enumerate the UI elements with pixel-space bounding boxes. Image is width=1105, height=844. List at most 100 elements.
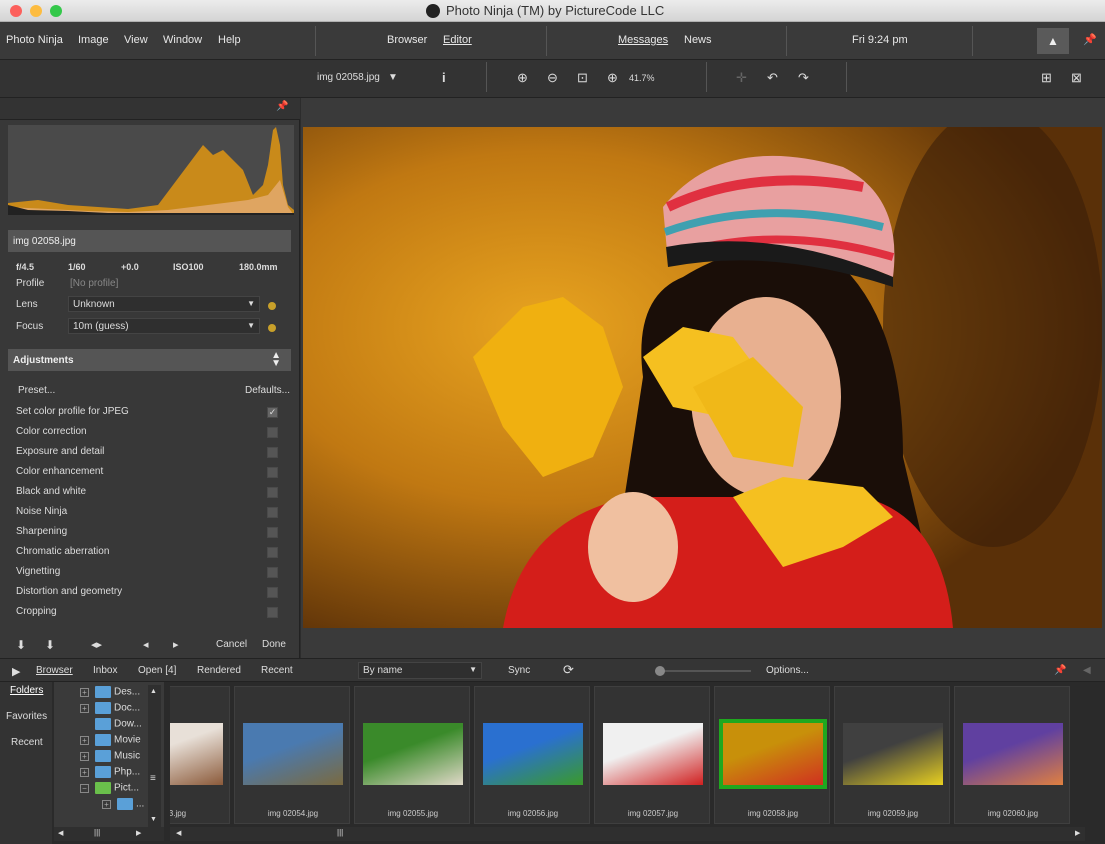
expand-icon[interactable]: + (80, 767, 89, 777)
layout-grid-icon[interactable]: ⊞ (1041, 70, 1052, 86)
zoom-in-icon[interactable]: ⊕ (517, 70, 528, 86)
folder-item[interactable]: + Music (80, 750, 140, 762)
minimize-window-button[interactable] (30, 5, 42, 17)
tab-editor[interactable]: Editor (443, 34, 472, 46)
adjustment-checkbox[interactable] (267, 547, 278, 558)
adjustments-header[interactable]: Adjustments ▲ ▼ (8, 349, 291, 371)
browser-pin-icon[interactable]: 📌 (1054, 665, 1066, 676)
folder-item[interactable]: − Pict... (80, 782, 139, 794)
expand-icon[interactable]: + (80, 735, 89, 745)
current-file-label[interactable]: img 02058.jpg (317, 72, 380, 83)
adjustment-checkbox[interactable] (267, 467, 278, 478)
hscroll-grip-icon[interactable]: ||| (94, 828, 100, 837)
undo-icon[interactable]: ↶ (767, 70, 778, 86)
focus-select[interactable]: 10m (guess) ▼ (68, 318, 260, 334)
recent-tab[interactable]: Recent (261, 665, 293, 676)
expand-icon[interactable]: + (80, 703, 89, 713)
rendered-tab[interactable]: Rendered (197, 665, 241, 676)
zoom-window-button[interactable] (50, 5, 62, 17)
download-icon[interactable]: ⬇ (16, 638, 26, 652)
zoom-icon[interactable]: ⊕ (607, 70, 618, 86)
crosshair-icon[interactable]: ✛ (736, 70, 747, 86)
tab-browser[interactable]: Browser (387, 34, 427, 46)
thumbs-scroll-left-icon[interactable]: ◀ (176, 829, 181, 837)
slider-handle[interactable] (655, 666, 665, 676)
thumbnail[interactable]: 053.jpg (170, 686, 230, 824)
menu-view[interactable]: View (124, 34, 148, 46)
lens-select[interactable]: Unknown ▼ (68, 296, 260, 312)
expand-icon[interactable]: + (80, 751, 89, 761)
thumbnail[interactable]: img 02054.jpg (234, 686, 350, 824)
zoom-fit-icon[interactable]: ⊡ (577, 70, 588, 86)
main-photo[interactable] (303, 127, 1102, 628)
next-arrow-icon[interactable]: ▸ (173, 638, 179, 651)
menu-image[interactable]: Image (78, 34, 109, 46)
thumbs-scroll-grip-icon[interactable]: ||| (337, 828, 343, 837)
tree-scrollbar[interactable]: ▲ ≡ ▼ (148, 685, 161, 827)
thumbnail[interactable]: img 02059.jpg (834, 686, 950, 824)
close-window-button[interactable] (10, 5, 22, 17)
menu-window[interactable]: Window (163, 34, 202, 46)
collapse-left-icon[interactable]: ◀ (1083, 665, 1091, 676)
folders-tab[interactable]: Folders (10, 685, 43, 696)
refresh-icon[interactable]: ⟳ (563, 662, 574, 678)
fullscreen-icon[interactable]: ⊠ (1071, 70, 1082, 86)
panel-pin-icon[interactable]: 📌 (276, 101, 288, 112)
menu-help[interactable]: Help (218, 34, 241, 46)
favorites-tab[interactable]: Favorites (6, 711, 47, 722)
prev-arrow-icon[interactable]: ◂ (143, 638, 149, 651)
swap-arrows-icon[interactable]: ◂▸ (91, 638, 102, 651)
scroll-left-icon[interactable]: ◀ (58, 829, 63, 837)
thumbnail[interactable]: img 02055.jpg (354, 686, 470, 824)
scroll-grip-icon[interactable]: ≡ (150, 773, 156, 784)
file-dropdown-icon[interactable]: ▼ (388, 72, 398, 83)
adjustment-checkbox[interactable] (267, 587, 278, 598)
browser-tab[interactable]: Browser (36, 665, 73, 676)
inbox-tab[interactable]: Inbox (93, 665, 117, 676)
expand-icon[interactable]: + (80, 687, 89, 697)
redo-icon[interactable]: ↷ (798, 70, 809, 86)
defaults-button[interactable]: Defaults... (245, 385, 290, 396)
scroll-up-icon[interactable]: ▲ (150, 688, 157, 695)
recent-sidebar-tab[interactable]: Recent (11, 737, 43, 748)
zoom-out-icon[interactable]: ⊖ (547, 70, 558, 86)
options-button[interactable]: Options... (766, 665, 809, 676)
folder-item[interactable]: + Php... (80, 766, 140, 778)
adjustment-checkbox[interactable]: ✓ (267, 407, 278, 418)
collapse-icon[interactable]: − (80, 783, 89, 793)
folder-item[interactable]: + Des... (80, 686, 140, 698)
adjustment-checkbox[interactable] (267, 487, 278, 498)
menu-photo-ninja[interactable]: Photo Ninja (6, 34, 63, 46)
thumbs-scroll-right-icon[interactable]: ▶ (1075, 829, 1080, 837)
thumbnail[interactable]: img 02058.jpg (714, 686, 830, 824)
messages-link[interactable]: Messages (618, 34, 668, 46)
adjustment-checkbox[interactable] (267, 607, 278, 618)
folder-item[interactable]: + Doc... (80, 702, 140, 714)
scroll-down-icon[interactable]: ▼ (150, 816, 157, 823)
collapse-up-icon[interactable]: ▲ (1037, 28, 1069, 54)
sync-button[interactable]: Sync (508, 665, 530, 676)
tree-hscrollbar[interactable]: ◀ ||| ▶ (54, 827, 164, 841)
info-icon[interactable]: i (442, 70, 446, 85)
pin-icon[interactable]: 📌 (1083, 33, 1097, 46)
adjustment-checkbox[interactable] (267, 427, 278, 438)
download-plus-icon[interactable]: ⬇ (45, 638, 55, 652)
sort-select[interactable]: By name ▼ (358, 662, 482, 679)
news-link[interactable]: News (684, 34, 712, 46)
folder-item[interactable]: +... (102, 798, 144, 810)
done-button[interactable]: Done (262, 639, 286, 650)
adjustment-checkbox[interactable] (267, 447, 278, 458)
preset-button[interactable]: Preset... (18, 385, 55, 396)
cancel-button[interactable]: Cancel (216, 639, 247, 650)
folder-item[interactable]: + Movie (80, 734, 141, 746)
folder-item[interactable]: +Dow... (80, 718, 142, 730)
thumbnail-size-slider[interactable] (655, 666, 751, 676)
adjustment-checkbox[interactable] (267, 507, 278, 518)
thumbnail[interactable]: img 02060.jpg (954, 686, 1070, 824)
adjustment-checkbox[interactable] (267, 527, 278, 538)
thumbnail[interactable]: img 02056.jpg (474, 686, 590, 824)
open-tab[interactable]: Open [4] (138, 665, 176, 676)
scroll-right-icon[interactable]: ▶ (136, 829, 141, 837)
adjustment-checkbox[interactable] (267, 567, 278, 578)
expand-arrow-icon[interactable]: ▶ (12, 665, 20, 678)
